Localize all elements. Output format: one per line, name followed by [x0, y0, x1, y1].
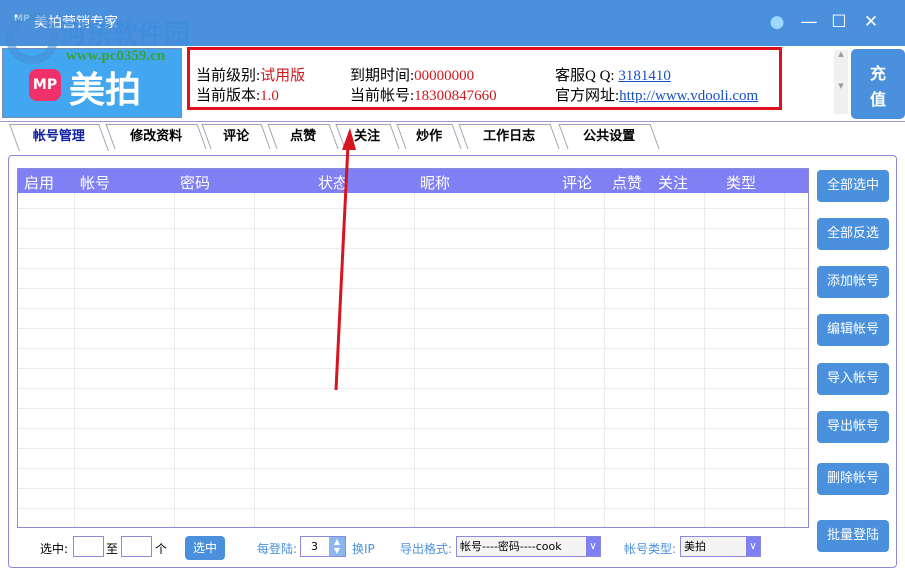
annotation-arrow	[0, 0, 905, 576]
watermark-logo-icon	[6, 12, 58, 64]
watermark-url: www.pc0359.cn	[66, 48, 165, 65]
